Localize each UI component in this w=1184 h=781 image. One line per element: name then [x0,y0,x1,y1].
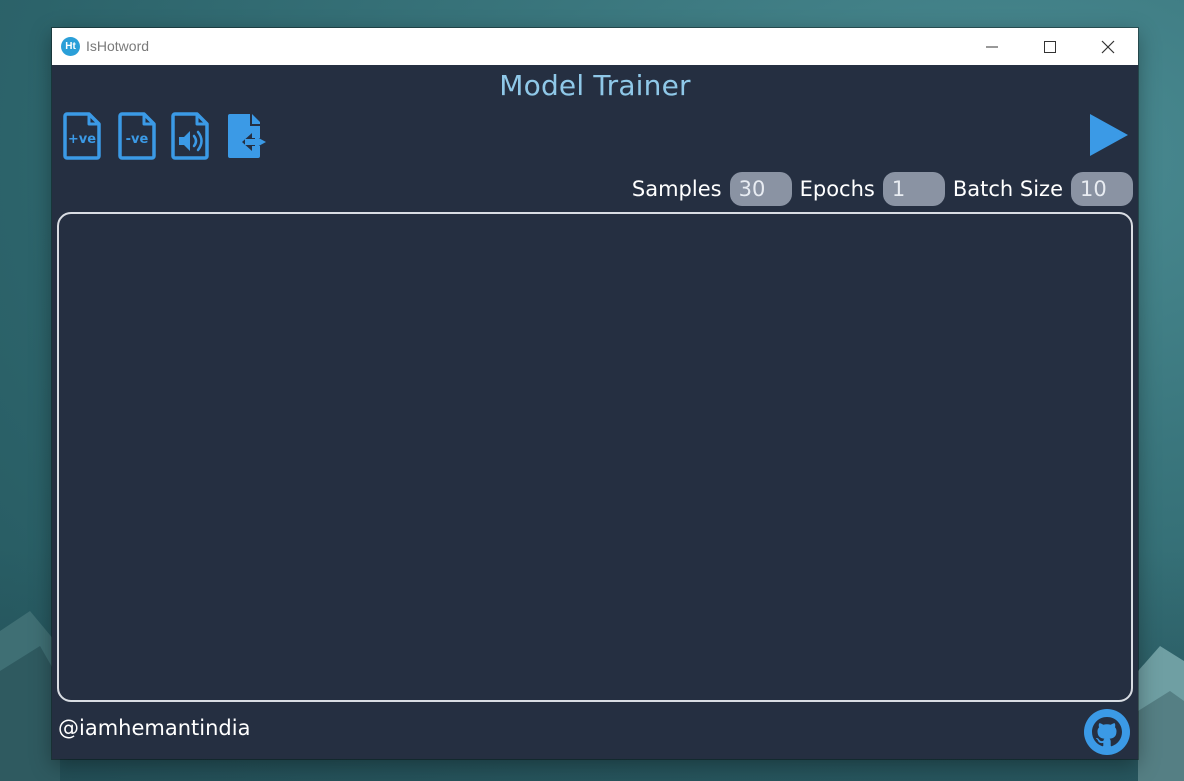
positive-label: +ve [68,132,96,147]
samples-input[interactable] [729,172,792,206]
epochs-label: Epochs [799,177,875,201]
github-icon [1084,709,1130,755]
page-title: Model Trainer [499,69,691,102]
file-positive-icon: +ve [63,112,101,160]
app-logo-icon: Ht [61,37,80,56]
batch-size-input[interactable] [1071,172,1133,206]
batch-size-label: Batch Size [952,177,1063,201]
epochs-input[interactable] [882,172,945,206]
window-title: IsHotword [86,38,150,54]
maximize-icon [1044,41,1056,53]
github-link-button[interactable] [1083,708,1131,756]
samples-label: Samples [631,177,722,201]
close-button[interactable] [1079,28,1137,65]
add-positive-samples-button[interactable]: +ve [63,112,103,160]
minimize-icon [986,46,998,48]
file-negative-icon: -ve [118,112,156,160]
add-negative-samples-button[interactable]: -ve [118,112,158,160]
training-log-panel[interactable] [57,212,1133,702]
file-export-icon [228,114,266,158]
minimize-button[interactable] [963,28,1021,65]
maximize-button[interactable] [1021,28,1079,65]
audio-file-icon [171,112,209,160]
app-logo-text: Ht [65,41,76,52]
close-icon [1101,40,1115,54]
negative-label: -ve [126,132,149,147]
export-model-button[interactable] [226,112,266,160]
training-parameters: Samples Epochs Batch Size [624,171,1133,207]
author-handle-link[interactable]: @iamhemantindia [58,716,250,740]
play-icon [1090,114,1128,156]
audio-file-button[interactable] [171,112,211,160]
title-bar[interactable]: Ht IsHotword [52,28,1138,65]
app-window: Ht IsHotword Model Trainer +ve -ve Sampl… [52,28,1138,759]
start-training-button[interactable] [1088,112,1130,158]
